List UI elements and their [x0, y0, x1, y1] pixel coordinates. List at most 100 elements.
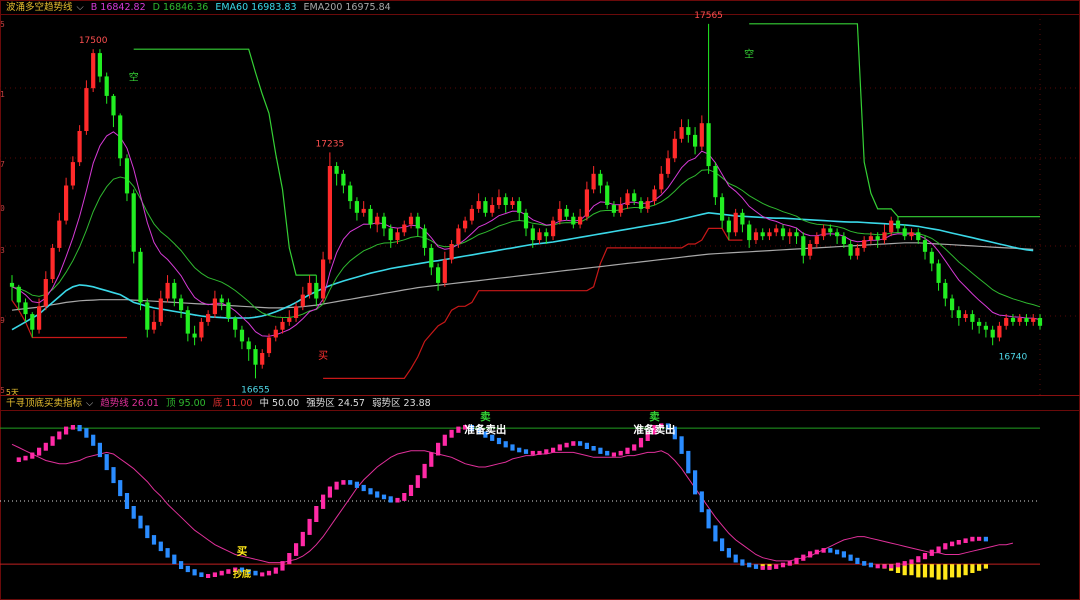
candle: [537, 228, 542, 244]
candle: [1010, 314, 1016, 326]
candle-body: [632, 193, 637, 202]
candle-body: [862, 240, 867, 248]
candle-body: [652, 189, 657, 202]
candle-body: [787, 232, 792, 237]
candle: [388, 224, 393, 248]
trend-block: [23, 455, 28, 461]
trend-block: [70, 425, 75, 430]
candle-body: [206, 314, 211, 322]
trend-block: [868, 562, 873, 568]
candle-body: [753, 232, 759, 241]
candle-body: [544, 232, 549, 237]
candle-body: [1004, 318, 1009, 326]
candle: [794, 228, 799, 244]
candle: [929, 247, 934, 272]
candle-body: [571, 216, 576, 225]
candle: [341, 169, 346, 194]
candle: [368, 205, 373, 229]
bottom-signal-bar: [936, 564, 941, 580]
trend-block: [219, 570, 224, 576]
trend-block: [145, 525, 150, 539]
candle-body: [902, 228, 907, 237]
candle: [517, 197, 522, 221]
trend-block: [578, 441, 583, 446]
trend-block: [321, 494, 326, 509]
trend-block: [429, 452, 434, 467]
candle-body: [517, 201, 522, 213]
candle: [503, 193, 508, 213]
trend-block: [84, 428, 89, 438]
trend-block: [693, 470, 698, 495]
support-line: [323, 227, 743, 379]
candle: [490, 197, 495, 217]
candle: [436, 263, 441, 291]
candle: [348, 181, 353, 209]
trend-block: [436, 442, 441, 456]
candle: [77, 125, 82, 167]
main-price-chart[interactable]: 17500 17235 17565 16655 16740 空买 空: [9, 11, 1043, 396]
candle-body: [70, 162, 75, 186]
candle-body: [314, 282, 319, 299]
candle: [706, 23, 711, 174]
candle: [1017, 314, 1022, 326]
trend-block: [706, 509, 711, 529]
candle: [882, 224, 887, 244]
candle-body: [828, 228, 833, 233]
trend-block: [395, 497, 400, 503]
indicator-chart[interactable]: 买抄底卖准备卖出卖准备卖出: [0, 410, 1040, 580]
trend-block: [179, 561, 184, 569]
candle: [233, 316, 238, 338]
trend-block: [368, 488, 373, 495]
trend-block: [950, 541, 955, 547]
candle-body: [273, 329, 278, 338]
candle: [862, 236, 867, 252]
candle: [591, 166, 596, 194]
candle-body: [151, 321, 157, 330]
candle: [375, 212, 380, 233]
candle-body: [868, 236, 873, 241]
candle-body: [936, 263, 941, 283]
trend-block: [625, 447, 630, 454]
candle-body: [625, 193, 630, 205]
candle: [916, 228, 921, 244]
candle-body: [233, 318, 238, 330]
candle-body: [808, 244, 813, 256]
trend-block: [273, 567, 278, 574]
candle: [334, 162, 339, 186]
candle: [950, 294, 955, 318]
candle-body: [226, 302, 231, 318]
bottom-signal-bar: [909, 564, 914, 576]
candle-body: [794, 232, 799, 237]
trend-block: [124, 493, 130, 509]
candle-body: [929, 251, 934, 264]
price-annotation: 16740: [999, 352, 1028, 362]
trend-block: [260, 572, 265, 577]
trend-block: [212, 572, 217, 577]
trend-block: [415, 475, 420, 488]
candle-body: [415, 216, 420, 229]
candle-body: [814, 236, 819, 244]
candle: [605, 181, 610, 209]
candle: [611, 201, 616, 217]
trend-block: [726, 548, 731, 558]
candle-body: [618, 205, 623, 213]
candle-body: [672, 138, 677, 159]
candle-body: [1010, 318, 1016, 322]
trend-block: [57, 431, 62, 440]
candle: [1031, 314, 1036, 326]
candle-body: [442, 259, 447, 283]
trend-block: [422, 463, 427, 479]
candle-body: [402, 224, 407, 233]
candle: [990, 325, 995, 346]
candle-body: [199, 321, 204, 338]
candle: [165, 275, 170, 303]
trend-block: [348, 480, 353, 485]
candle: [43, 271, 48, 311]
trend-block: [64, 426, 69, 435]
candle-body: [591, 173, 596, 190]
trend-block: [821, 548, 826, 553]
bottom-signal-bar: [916, 564, 921, 578]
chart-canvas[interactable]: 1750017235175651665516740空买空 买抄底卖准备卖出卖准备…: [0, 0, 1080, 600]
candle-body: [124, 158, 130, 194]
trend-block: [970, 536, 975, 542]
